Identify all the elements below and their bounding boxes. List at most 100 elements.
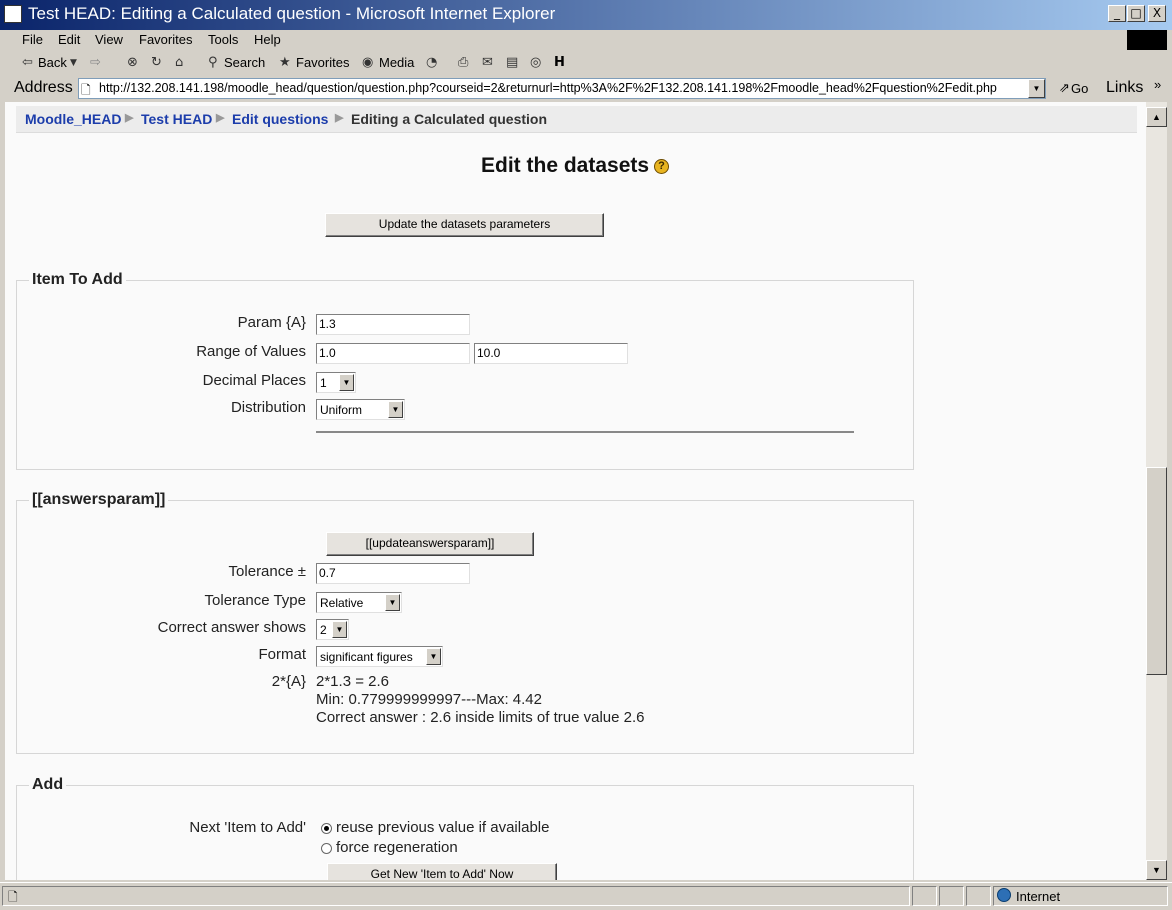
windows-logo-icon: [1127, 30, 1167, 50]
go-button[interactable]: Go: [1071, 81, 1088, 96]
param-input[interactable]: 1.3: [316, 314, 470, 335]
tolerance-input[interactable]: 0.7: [316, 563, 470, 584]
breadcrumb: Moodle_HEAD ▶ Test HEAD ▶ Edit questions…: [16, 106, 1137, 133]
reuse-option-label: reuse previous value if available: [336, 819, 550, 836]
param-label: Param {A}: [237, 314, 306, 331]
search-icon: ⚲: [208, 55, 218, 70]
links-button[interactable]: Links: [1106, 79, 1143, 97]
decimal-places-value: 1: [320, 376, 327, 390]
item-to-add-legend: Item To Add: [29, 271, 126, 289]
correct-answer-text: Correct answer : 2.6 inside limits of tr…: [316, 709, 645, 726]
page-content: Moodle_HEAD ▶ Test HEAD ▶ Edit questions…: [5, 102, 1146, 880]
status-main-panel: 🗋: [2, 886, 910, 906]
breadcrumb-moodle-head[interactable]: Moodle_HEAD: [25, 111, 121, 127]
chevron-icon[interactable]: »: [1154, 77, 1161, 92]
back-arrow-icon: ⇦: [22, 55, 33, 70]
menu-tools[interactable]: Tools: [208, 32, 238, 47]
get-new-item-button[interactable]: Get New 'Item to Add' Now: [327, 863, 557, 880]
range-min-input[interactable]: 1.0: [316, 343, 470, 364]
tolerance-label: Tolerance ±: [228, 563, 306, 580]
stop-icon[interactable]: ⊗: [127, 55, 138, 70]
decimal-places-select[interactable]: 1 ▼: [316, 372, 356, 393]
tolerance-type-label: Tolerance Type: [204, 592, 306, 609]
min-max-text: Min: 0.779999999997---Max: 4.42: [316, 691, 542, 708]
page-title: Edit the datasets: [481, 154, 650, 177]
history-icon[interactable]: ◔: [426, 55, 437, 70]
chevron-down-icon: ▼: [339, 374, 354, 391]
favorites-icon: ★: [279, 55, 291, 70]
menu-edit[interactable]: Edit: [58, 32, 80, 47]
breadcrumb-edit-questions[interactable]: Edit questions: [232, 111, 328, 127]
correct-answer-shows-value: 2: [320, 623, 327, 637]
page-icon: 🗋: [8, 890, 18, 904]
chevron-down-icon: ▼: [332, 621, 347, 638]
menu-help[interactable]: Help: [254, 32, 281, 47]
back-dropdown-icon[interactable]: ▼: [70, 58, 77, 68]
format-select[interactable]: significant figures ▼: [316, 646, 443, 667]
mail-icon[interactable]: ✉: [482, 55, 493, 70]
breadcrumb-separator: ▶: [335, 112, 344, 124]
menu-favorites[interactable]: Favorites: [139, 32, 192, 47]
breadcrumb-test-head[interactable]: Test HEAD: [141, 111, 212, 127]
address-label: Address: [14, 79, 73, 96]
globe-icon: [997, 888, 1011, 902]
decimal-places-label: Decimal Places: [202, 372, 306, 389]
maximize-button[interactable]: □: [1127, 5, 1145, 22]
chevron-down-icon: ▼: [426, 648, 441, 665]
toolbar: ⇦ Back ▼ ⇨ ⊗ ↻ ⌂ ⚲ Search ★ Favorites ◉ …: [0, 51, 1172, 75]
title-bar: Test HEAD: Editing a Calculated question…: [0, 0, 1172, 30]
menu-bar: File Edit View Favorites Tools Help: [0, 30, 1172, 50]
status-panel: [939, 886, 964, 906]
print-icon[interactable]: ⎙: [458, 55, 468, 70]
media-button[interactable]: Media: [379, 55, 414, 70]
back-button[interactable]: Back: [38, 55, 67, 70]
menu-file[interactable]: File: [22, 32, 43, 47]
menu-view[interactable]: View: [95, 32, 123, 47]
address-dropdown-icon[interactable]: ▼: [1028, 79, 1045, 98]
formula-result: 2*1.3 = 2.6: [316, 673, 389, 690]
scroll-up-icon[interactable]: ▲: [1146, 107, 1167, 127]
breadcrumb-separator: ▶: [125, 112, 134, 124]
go-arrow-icon: ⇗: [1059, 80, 1070, 95]
address-bar: Address 🗋 http://132.208.141.198/moodle_…: [0, 76, 1172, 101]
edit-page-icon[interactable]: ▤: [506, 55, 518, 70]
search-button[interactable]: Search: [224, 55, 265, 70]
range-label: Range of Values: [196, 343, 306, 360]
status-bar: 🗋 Internet: [0, 882, 1172, 910]
favorites-button[interactable]: Favorites: [296, 55, 349, 70]
update-datasets-button[interactable]: Update the datasets parameters: [325, 213, 604, 237]
correct-answer-shows-select[interactable]: 2 ▼: [316, 619, 349, 640]
scroll-down-icon[interactable]: ▼: [1146, 860, 1167, 880]
address-input[interactable]: 🗋 http://132.208.141.198/moodle_head/que…: [78, 78, 1046, 99]
h-icon[interactable]: H: [554, 55, 565, 70]
page-icon: 🗋: [81, 83, 91, 97]
discuss-icon[interactable]: ◎: [530, 55, 541, 70]
format-value: significant figures: [320, 650, 413, 664]
media-icon: ◉: [362, 55, 374, 70]
status-panel: [912, 886, 937, 906]
home-icon[interactable]: ⌂: [175, 55, 183, 70]
force-radio[interactable]: [321, 843, 332, 854]
help-icon[interactable]: ?: [654, 159, 669, 174]
distribution-select[interactable]: Uniform ▼: [316, 399, 405, 420]
vertical-scrollbar[interactable]: ▲ ▼: [1146, 102, 1167, 880]
formula-label: 2*{A}: [271, 673, 306, 690]
status-zone-panel: Internet: [993, 886, 1168, 906]
zone-label: Internet: [1016, 889, 1061, 904]
correct-answer-shows-label: Correct answer shows: [157, 619, 306, 636]
tolerance-type-select[interactable]: Relative ▼: [316, 592, 402, 613]
close-button[interactable]: X: [1148, 5, 1166, 22]
minimize-button[interactable]: _: [1108, 5, 1126, 22]
forward-icon[interactable]: ⇨: [90, 55, 101, 70]
answers-legend: [[answersparam]]: [29, 491, 169, 509]
reuse-radio[interactable]: [321, 823, 332, 834]
ie-icon: [4, 5, 22, 23]
range-max-input[interactable]: 10.0: [474, 343, 628, 364]
update-answers-button[interactable]: [[updateanswersparam]]: [326, 532, 534, 556]
breadcrumb-current: Editing a Calculated question: [351, 111, 548, 127]
refresh-icon[interactable]: ↻: [151, 55, 162, 70]
force-option-label: force regeneration: [336, 839, 458, 856]
scroll-thumb[interactable]: [1146, 467, 1167, 675]
distribution-label: Distribution: [230, 399, 306, 416]
window-title: Test HEAD: Editing a Calculated question…: [28, 4, 556, 23]
